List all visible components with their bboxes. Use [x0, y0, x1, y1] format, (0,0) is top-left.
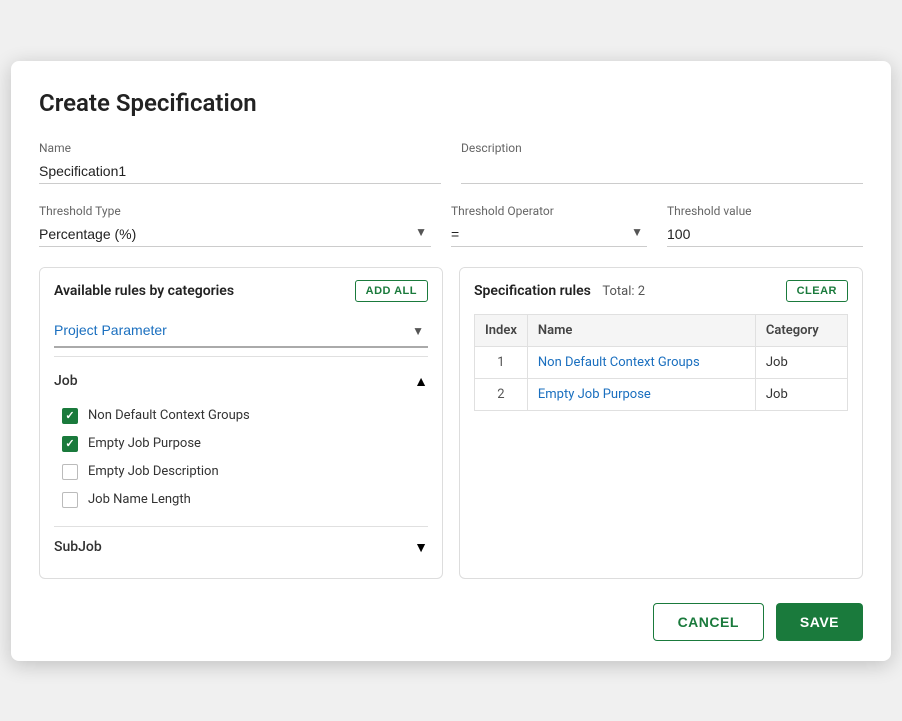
job-collapse-icon: ▲ — [414, 373, 428, 390]
job-section-label: Job — [54, 373, 78, 389]
threshold-value-input[interactable] — [667, 222, 863, 247]
threshold-type-select[interactable]: Percentage (%) — [39, 222, 431, 247]
dialog-title: Create Specification — [39, 89, 863, 117]
divider-1 — [54, 356, 428, 357]
threshold-row: Threshold Type Percentage (%) ▼ Threshol… — [39, 204, 863, 247]
cell-name[interactable]: Non Default Context Groups — [527, 346, 755, 378]
available-panel-body: Project Parameter ▼ Job ▲ Non Default Co… — [40, 314, 442, 578]
spec-rules-table: Index Name Category 1 Non Default Contex… — [474, 314, 848, 411]
category-select[interactable]: Project Parameter — [54, 314, 428, 348]
threshold-type-label: Threshold Type — [39, 204, 431, 218]
spec-panel-body: Index Name Category 1 Non Default Contex… — [460, 314, 862, 425]
threshold-value-field: Threshold value — [667, 204, 863, 247]
cancel-button[interactable]: CANCEL — [653, 603, 764, 641]
rule-label-2: Empty Job Purpose — [88, 436, 201, 451]
available-panel-header: Available rules by categories ADD ALL — [40, 268, 442, 314]
available-rules-panel: Available rules by categories ADD ALL Pr… — [39, 267, 443, 579]
create-specification-dialog: Create Specification Name Description Th… — [11, 61, 891, 661]
threshold-operator-label: Threshold Operator — [451, 204, 647, 218]
rule-item-4: Job Name Length — [54, 486, 428, 514]
dialog-footer: CANCEL SAVE — [39, 603, 863, 641]
rule-label-4: Job Name Length — [88, 492, 191, 507]
subjob-expand-icon: ▼ — [414, 539, 428, 556]
cell-index: 1 — [475, 346, 528, 378]
col-index-header: Index — [475, 314, 528, 346]
rule-label-1: Non Default Context Groups — [88, 408, 250, 423]
name-input[interactable] — [39, 159, 441, 184]
spec-rules-panel: Specification rules Total: 2 CLEAR Index… — [459, 267, 863, 579]
cell-index: 2 — [475, 378, 528, 410]
rule-checkbox-3[interactable] — [62, 464, 78, 480]
table-row: 2 Empty Job Purpose Job — [475, 378, 848, 410]
cell-name[interactable]: Empty Job Purpose — [527, 378, 755, 410]
spec-panel-total: Total: 2 — [602, 284, 645, 299]
spec-panel-title-group: Specification rules Total: 2 — [474, 283, 645, 299]
threshold-type-field: Threshold Type Percentage (%) ▼ — [39, 204, 431, 247]
cell-category: Job — [755, 378, 847, 410]
save-button[interactable]: SAVE — [776, 603, 863, 641]
panels-row: Available rules by categories ADD ALL Pr… — [39, 267, 863, 579]
add-all-button[interactable]: ADD ALL — [355, 280, 428, 302]
threshold-operator-field: Threshold Operator = ▼ — [451, 204, 647, 247]
rule-item-1: Non Default Context Groups — [54, 402, 428, 430]
description-label: Description — [461, 141, 863, 155]
category-select-wrapper: Project Parameter ▼ — [54, 314, 428, 348]
cell-category: Job — [755, 346, 847, 378]
job-section-header[interactable]: Job ▲ — [54, 365, 428, 398]
name-label: Name — [39, 141, 441, 155]
rule-checkbox-4[interactable] — [62, 492, 78, 508]
available-panel-title: Available rules by categories — [54, 283, 234, 299]
table-row: 1 Non Default Context Groups Job — [475, 346, 848, 378]
clear-button[interactable]: CLEAR — [786, 280, 848, 302]
job-section: Job ▲ Non Default Context Groups Empty J… — [54, 365, 428, 522]
col-name-header: Name — [527, 314, 755, 346]
rule-item-3: Empty Job Description — [54, 458, 428, 486]
divider-2 — [54, 526, 428, 527]
subjob-section: SubJob ▼ — [54, 531, 428, 564]
spec-panel-header: Specification rules Total: 2 CLEAR — [460, 268, 862, 314]
description-input[interactable] — [461, 159, 863, 184]
spec-panel-title: Specification rules — [474, 283, 591, 299]
name-description-row: Name Description — [39, 141, 863, 184]
job-items-list: Non Default Context Groups Empty Job Pur… — [54, 398, 428, 522]
description-field: Description — [461, 141, 863, 184]
rule-checkbox-1[interactable] — [62, 408, 78, 424]
threshold-value-label: Threshold value — [667, 204, 863, 218]
rule-checkbox-2[interactable] — [62, 436, 78, 452]
rule-label-3: Empty Job Description — [88, 464, 219, 479]
name-field: Name — [39, 141, 441, 184]
threshold-operator-select[interactable]: = — [451, 222, 647, 247]
rule-item-2: Empty Job Purpose — [54, 430, 428, 458]
col-category-header: Category — [755, 314, 847, 346]
subjob-section-header[interactable]: SubJob ▼ — [54, 531, 428, 564]
subjob-section-label: SubJob — [54, 539, 102, 555]
